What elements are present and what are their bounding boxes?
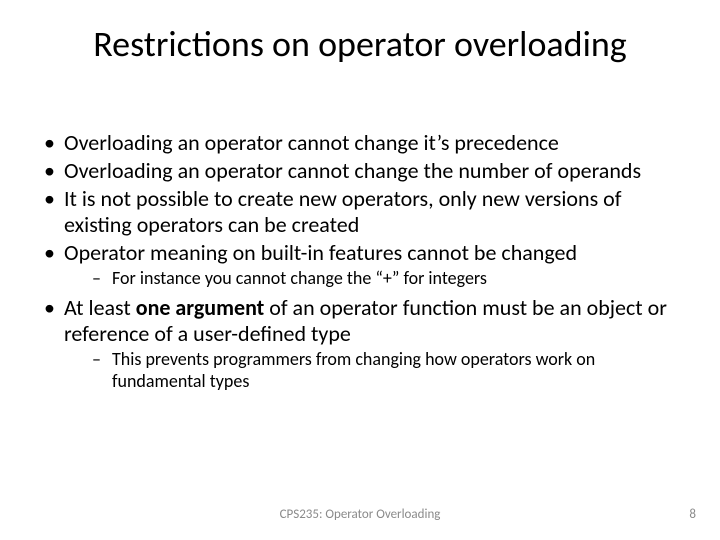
bullet-item: Overloading an operator cannot change it…	[40, 130, 680, 156]
sub-bullet-list: For instance you cannot change the “+” f…	[64, 268, 680, 290]
bullet-text-pre: At least	[64, 294, 136, 321]
bullet-text: Operator meaning on built-in features ca…	[64, 239, 577, 266]
sub-bullet-item: This prevents programmers from changing …	[92, 349, 680, 392]
bullet-item: Operator meaning on built-in features ca…	[40, 240, 680, 290]
slide: Restrictions on operator overloading Ove…	[0, 0, 720, 540]
sub-bullet-list: This prevents programmers from changing …	[64, 349, 680, 392]
sub-bullet-item: For instance you cannot change the “+” f…	[92, 268, 680, 290]
bullet-item: It is not possible to create new operato…	[40, 186, 680, 238]
slide-title: Restrictions on operator overloading	[0, 22, 720, 66]
page-number: 8	[689, 507, 696, 522]
bullet-text-bold: one argument	[136, 294, 265, 321]
footer-center: CPS235: Operator Overloading	[0, 507, 720, 522]
bullet-item: Overloading an operator cannot change th…	[40, 158, 680, 184]
bullet-item: At least one argument of an operator fun…	[40, 295, 680, 392]
bullet-list: Overloading an operator cannot change it…	[40, 130, 680, 392]
slide-body: Overloading an operator cannot change it…	[40, 130, 680, 398]
